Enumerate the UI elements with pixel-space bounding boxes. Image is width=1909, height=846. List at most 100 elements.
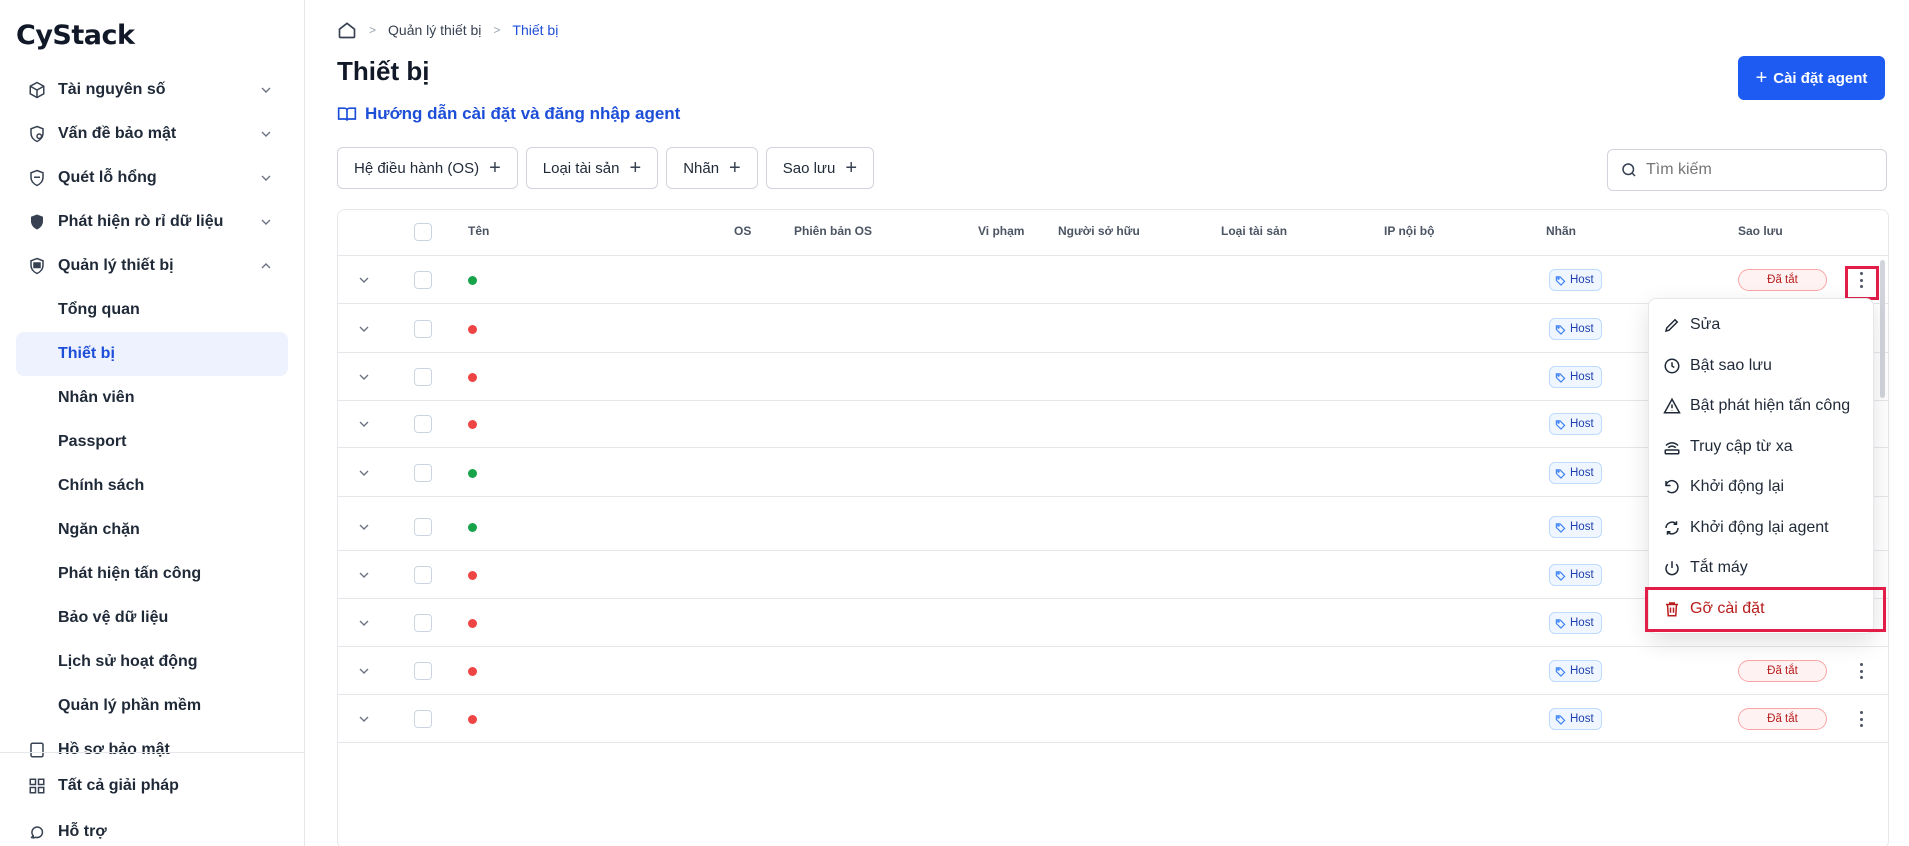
filter-backup-button[interactable]: Sao lưu + bbox=[765, 147, 874, 189]
tag-icon bbox=[1555, 468, 1566, 479]
filter-asset-type-button[interactable]: Loại tài sản + bbox=[525, 147, 659, 189]
sidebar-subitem-software-management[interactable]: Quản lý phần mềm bbox=[16, 684, 288, 728]
status-dot bbox=[468, 667, 477, 676]
shield-alert-icon bbox=[28, 213, 46, 231]
sidebar-item-device-management[interactable]: Quản lý thiết bị bbox=[16, 244, 288, 288]
shield-search-icon bbox=[28, 125, 46, 143]
footer-item-label: Hỗ trợ bbox=[58, 823, 107, 840]
row-checkbox[interactable] bbox=[414, 320, 432, 338]
filter-label: Hệ điều hành (OS) bbox=[354, 159, 480, 177]
column-violations[interactable]: Vi phạm bbox=[978, 224, 1024, 238]
column-name[interactable]: Tên bbox=[468, 224, 489, 238]
filter-os-button[interactable]: Hệ điều hành (OS) + bbox=[337, 147, 518, 189]
row-checkbox[interactable] bbox=[414, 368, 432, 386]
menu-item-label: Sửa bbox=[1690, 316, 1721, 334]
sidebar-subitem-activity-history[interactable]: Lịch sử hoạt động bbox=[16, 640, 288, 684]
row-checkbox[interactable] bbox=[414, 415, 432, 433]
grid-icon bbox=[28, 777, 46, 795]
chevron-down-icon bbox=[261, 219, 271, 225]
home-icon[interactable] bbox=[337, 20, 357, 40]
sidebar-item-label: Quét lỗ hổng bbox=[58, 169, 157, 186]
sidebar-subitem-data-protection[interactable]: Bảo vệ dữ liệu bbox=[16, 596, 288, 640]
row-checkbox[interactable] bbox=[414, 464, 432, 482]
menu-item-label: Truy cập từ xa bbox=[1690, 437, 1793, 455]
support-icon bbox=[28, 823, 46, 841]
logo: CyStack bbox=[16, 20, 135, 51]
sidebar-item-vuln-scan[interactable]: Quét lỗ hổng bbox=[16, 156, 288, 200]
filter-tag-button[interactable]: Nhãn + bbox=[666, 147, 758, 189]
tag-badge: Host bbox=[1549, 612, 1602, 634]
row-actions-kebab-icon[interactable] bbox=[1857, 708, 1865, 730]
column-os-version[interactable]: Phiên bản OS bbox=[794, 224, 872, 238]
chevron-down-icon[interactable] bbox=[356, 465, 372, 481]
search-icon bbox=[1622, 163, 1636, 177]
row-checkbox[interactable] bbox=[414, 518, 432, 536]
row-checkbox[interactable] bbox=[414, 614, 432, 632]
tag-label: Host bbox=[1570, 713, 1594, 725]
column-asset-type[interactable]: Loại tài sản bbox=[1221, 224, 1287, 238]
tag-label: Host bbox=[1570, 371, 1594, 383]
table-row[interactable]: Host Đã tắt bbox=[338, 695, 1888, 743]
sidebar-subitem-blocking[interactable]: Ngăn chặn bbox=[16, 508, 288, 552]
chevron-down-icon[interactable] bbox=[356, 272, 372, 288]
chevron-down-icon[interactable] bbox=[356, 321, 372, 337]
plus-icon: + bbox=[729, 156, 741, 179]
menu-item-label: Bật phát hiện tấn công bbox=[1690, 397, 1851, 415]
sidebar-subitem-attack-detection[interactable]: Phát hiện tấn công bbox=[16, 552, 288, 596]
support-link[interactable]: Hỗ trợ bbox=[16, 809, 289, 846]
tag-label: Host bbox=[1570, 521, 1594, 533]
sidebar-subitem-passport[interactable]: Passport bbox=[16, 420, 288, 464]
menu-item-label: Khởi động lại bbox=[1690, 478, 1785, 496]
menu-item-restart-agent[interactable]: Khởi động lại agent bbox=[1649, 508, 1873, 549]
status-dot bbox=[468, 619, 477, 628]
sidebar: CyStack Tài nguyên số Vấn đề bảo mật Qué… bbox=[0, 0, 305, 846]
row-checkbox[interactable] bbox=[414, 271, 432, 289]
column-tags[interactable]: Nhãn bbox=[1546, 224, 1576, 238]
tag-label: Host bbox=[1570, 617, 1594, 629]
chevron-down-icon[interactable] bbox=[356, 711, 372, 727]
remote-access-icon bbox=[1664, 441, 1680, 455]
sidebar-item-data-leak[interactable]: Phát hiện rò rỉ dữ liệu bbox=[16, 200, 288, 244]
row-checkbox[interactable] bbox=[414, 662, 432, 680]
sidebar-subitem-label: Nhân viên bbox=[58, 389, 135, 406]
row-checkbox[interactable] bbox=[414, 566, 432, 584]
row-actions-kebab-icon[interactable] bbox=[1857, 660, 1865, 682]
menu-item-enable-attack-detection[interactable]: Bật phát hiện tấn công bbox=[1649, 386, 1873, 427]
column-internal-ip[interactable]: IP nội bộ bbox=[1384, 224, 1434, 238]
menu-item-edit[interactable]: Sửa bbox=[1649, 305, 1873, 346]
status-badge: Đã tắt bbox=[1738, 660, 1827, 682]
status-dot bbox=[468, 325, 477, 334]
chevron-down-icon[interactable] bbox=[356, 663, 372, 679]
sidebar-subitem-policies[interactable]: Chính sách bbox=[16, 464, 288, 508]
select-all-checkbox[interactable] bbox=[414, 223, 432, 241]
column-backup[interactable]: Sao lưu bbox=[1738, 224, 1783, 238]
chevron-down-icon[interactable] bbox=[356, 519, 372, 535]
table-row[interactable]: Host Đã tắt bbox=[338, 256, 1888, 304]
column-os[interactable]: OS bbox=[734, 224, 751, 238]
chevron-down-icon[interactable] bbox=[356, 615, 372, 631]
sidebar-subitem-employees[interactable]: Nhân viên bbox=[16, 376, 288, 420]
sidebar-item-security-issues[interactable]: Vấn đề bảo mật bbox=[16, 112, 288, 156]
menu-item-restart[interactable]: Khởi động lại bbox=[1649, 467, 1873, 508]
row-checkbox[interactable] bbox=[414, 710, 432, 728]
chevron-down-icon[interactable] bbox=[356, 369, 372, 385]
sidebar-subitem-overview[interactable]: Tổng quan bbox=[16, 288, 288, 332]
breadcrumb-parent[interactable]: Quản lý thiết bị bbox=[388, 22, 481, 38]
menu-item-shutdown[interactable]: Tắt máy bbox=[1649, 548, 1873, 589]
menu-item-remote-access[interactable]: Truy cập từ xa bbox=[1649, 427, 1873, 468]
install-agent-button[interactable]: + Cài đặt agent bbox=[1738, 56, 1885, 100]
sidebar-subitem-devices[interactable]: Thiết bị bbox=[16, 332, 288, 376]
sidebar-item-digital-assets[interactable]: Tài nguyên số bbox=[16, 68, 288, 112]
chevron-down-icon[interactable] bbox=[356, 567, 372, 583]
chevron-down-icon[interactable] bbox=[356, 416, 372, 432]
power-icon bbox=[1665, 561, 1679, 576]
all-solutions-link[interactable]: Tất cả giải pháp bbox=[16, 763, 289, 809]
breadcrumb-current: Thiết bị bbox=[512, 22, 559, 38]
table-row[interactable]: Host Đã tắt bbox=[338, 647, 1888, 695]
column-owner[interactable]: Người sở hữu bbox=[1058, 224, 1140, 238]
menu-item-enable-backup[interactable]: Bật sao lưu bbox=[1649, 346, 1873, 387]
install-guide-link[interactable]: Hướng dẫn cài đặt và đăng nhập agent bbox=[337, 104, 680, 124]
search-input[interactable] bbox=[1646, 161, 1876, 179]
scrollbar-thumb[interactable] bbox=[1880, 260, 1885, 398]
chevron-down-icon bbox=[261, 131, 271, 137]
